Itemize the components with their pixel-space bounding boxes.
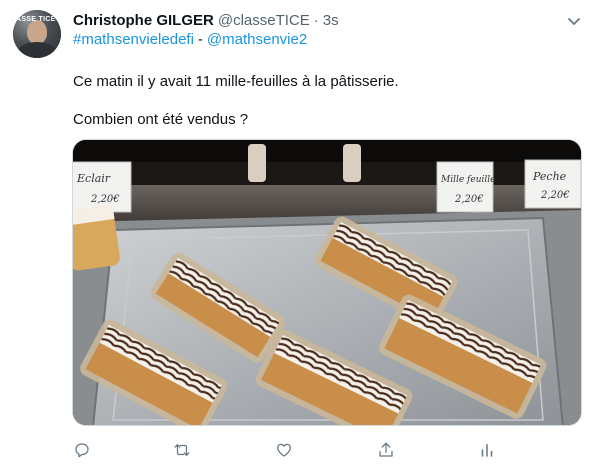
avatar-badge-text: ASSE TICE <box>16 16 56 23</box>
tweet[interactable]: ASSE TICE Christophe GILGER @classeTICE … <box>0 0 594 466</box>
author-name[interactable]: Christophe GILGER <box>73 12 214 29</box>
svg-text:2,20€: 2,20€ <box>540 190 570 201</box>
svg-text:Mille feuille: Mille feuille <box>440 175 495 185</box>
reply-icon[interactable] <box>72 440 92 460</box>
avatar[interactable]: ASSE TICE <box>13 10 61 58</box>
tweet-text-line-2: Combien ont été vendus ? <box>73 111 249 128</box>
tweet-actions <box>72 440 512 460</box>
price-sign-right: Peche 2,20€ <box>524 159 581 209</box>
tweet-text-line-1: Ce matin il y avait 11 mille-feuilles à … <box>73 73 399 90</box>
share-icon[interactable] <box>376 440 396 460</box>
chevron-down-icon[interactable] <box>565 12 583 30</box>
hashtag-link[interactable]: #mathsenvieledefi <box>73 31 194 48</box>
svg-text:Eclair: Eclair <box>76 172 111 185</box>
tag-separator: - <box>197 31 203 48</box>
price-sign-left: Eclair 2,20€ <box>73 161 132 213</box>
analytics-icon[interactable] <box>477 440 497 460</box>
svg-text:2,20€: 2,20€ <box>454 194 484 205</box>
price-sign-middle: Mille feuille 2,20€ <box>436 161 495 213</box>
author-handle[interactable]: @classeTICE <box>218 12 310 29</box>
svg-text:Peche: Peche <box>532 170 567 183</box>
retweet-icon[interactable] <box>172 440 192 460</box>
mention-link[interactable]: @mathsenvie2 <box>207 31 307 48</box>
svg-text:2,20€: 2,20€ <box>90 194 120 205</box>
tweet-photo[interactable]: Eclair 2,20€ Mille feuille 2,20€ Peche 2… <box>72 139 582 426</box>
header-separator: · <box>313 11 319 29</box>
timestamp[interactable]: 3s <box>323 12 339 29</box>
pastry-tray-photo: Eclair 2,20€ Mille feuille 2,20€ Peche 2… <box>73 140 581 425</box>
like-icon[interactable] <box>274 440 294 460</box>
tweet-tags: #mathsenvieledefi - @mathsenvie2 <box>73 31 307 48</box>
tweet-header: Christophe GILGER @classeTICE · 3s <box>73 11 339 29</box>
